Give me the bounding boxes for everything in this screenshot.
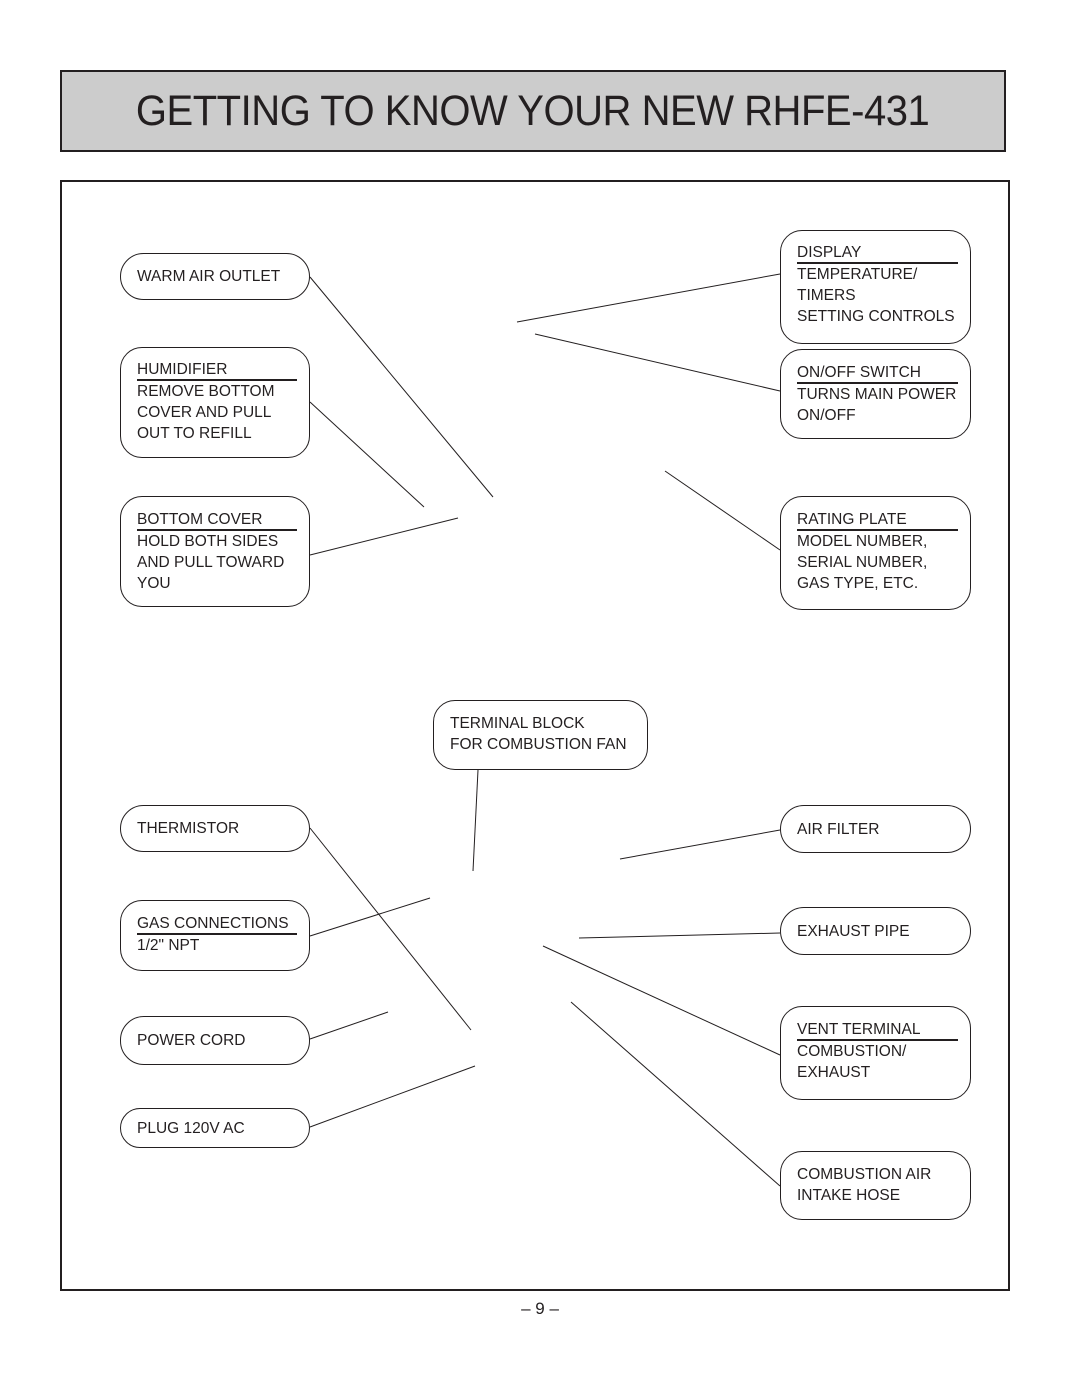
callout-text: TIMERS <box>797 287 856 304</box>
callout-text: TURNS MAIN POWER <box>797 386 957 403</box>
callout-text: SERIAL NUMBER, <box>797 554 928 571</box>
callout-display: DISPLAY TEMPERATURE/ TIMERS SETTING CONT… <box>780 230 971 344</box>
callout-text: COMBUSTION/ <box>797 1043 907 1060</box>
callout-thermistor: THERMISTOR <box>120 805 310 852</box>
leader-plug <box>309 1065 476 1128</box>
callout-text: FOR COMBUSTION FAN <box>450 736 627 753</box>
callout-text: WARM AIR OUTLET <box>137 268 281 285</box>
callout-text: TERMINAL BLOCK <box>450 715 585 732</box>
leader-terminal-block <box>472 769 479 872</box>
callout-text: POWER CORD <box>137 1032 246 1049</box>
callout-combustion-air-intake: COMBUSTION AIR INTAKE HOSE <box>780 1151 971 1220</box>
callout-humidifier: HUMIDIFIER REMOVE BOTTOM COVER AND PULL … <box>120 347 310 458</box>
callout-gas-connections: GAS CONNECTIONS 1/2" NPT <box>120 900 310 971</box>
callout-text: COMBUSTION AIR <box>797 1166 932 1183</box>
callout-text: THERMISTOR <box>137 820 240 837</box>
callout-heading: HUMIDIFIER <box>137 360 297 381</box>
leader-power-cord <box>309 1011 389 1040</box>
callout-terminal-block: TERMINAL BLOCK FOR COMBUSTION FAN <box>433 700 648 770</box>
callout-text: EXHAUST PIPE <box>797 922 910 940</box>
callout-text: ON/OFF <box>797 407 856 424</box>
callout-text: HOLD BOTH SIDES <box>137 533 279 550</box>
callout-heading: DISPLAY <box>797 243 958 264</box>
leader-warm-air-outlet <box>309 276 494 498</box>
callout-text: AIR FILTER <box>797 820 880 838</box>
callout-heading: RATING PLATE <box>797 510 958 531</box>
leader-vent-terminal <box>542 945 781 1056</box>
callout-text: PLUG 120V AC <box>137 1119 245 1137</box>
callout-text: EXHAUST <box>797 1064 871 1081</box>
callout-text: AND PULL TOWARD <box>137 554 285 571</box>
callout-text: YOU <box>137 575 171 592</box>
callout-text: REMOVE BOTTOM <box>137 383 275 400</box>
callout-heading: BOTTOM COVER <box>137 510 297 531</box>
callout-plug: PLUG 120V AC <box>120 1108 310 1148</box>
leader-on-off-switch <box>534 333 781 392</box>
leader-air-filter <box>619 829 781 860</box>
callout-rating-plate: RATING PLATE MODEL NUMBER, SERIAL NUMBER… <box>780 496 971 610</box>
callout-heading: VENT TERMINAL <box>797 1020 958 1041</box>
callout-text: COVER AND PULL <box>137 404 272 421</box>
callout-text: TEMPERATURE/ <box>797 266 918 283</box>
callout-text: OUT TO REFILL <box>137 425 252 442</box>
leader-combustion-air-intake <box>570 1001 781 1187</box>
page-number: – 9 – <box>521 1299 559 1318</box>
callout-text: SETTING CONTROLS <box>797 308 955 325</box>
callout-heading: GAS CONNECTIONS <box>137 914 297 935</box>
leader-exhaust-pipe <box>578 932 781 939</box>
leader-humidifier <box>309 401 425 508</box>
callout-text: 1/2" NPT <box>137 937 200 954</box>
callout-power-cord: POWER CORD <box>120 1016 310 1065</box>
callout-text: GAS TYPE, ETC. <box>797 575 919 592</box>
callout-warm-air-outlet: WARM AIR OUTLET <box>120 253 310 300</box>
callout-bottom-cover: BOTTOM COVER HOLD BOTH SIDES AND PULL TO… <box>120 496 310 607</box>
leader-bottom-cover <box>309 517 459 556</box>
callout-heading: ON/OFF SWITCH <box>797 363 958 384</box>
leader-display <box>516 273 781 323</box>
callout-exhaust-pipe: EXHAUST PIPE <box>780 907 971 955</box>
leader-rating-plate <box>664 470 781 551</box>
callout-on-off-switch: ON/OFF SWITCH TURNS MAIN POWER ON/OFF <box>780 349 971 439</box>
callout-air-filter: AIR FILTER <box>780 805 971 853</box>
callout-text: MODEL NUMBER, <box>797 533 928 550</box>
callout-vent-terminal: VENT TERMINAL COMBUSTION/ EXHAUST <box>780 1006 971 1100</box>
leader-thermistor <box>309 827 472 1031</box>
callout-text: INTAKE HOSE <box>797 1187 901 1204</box>
